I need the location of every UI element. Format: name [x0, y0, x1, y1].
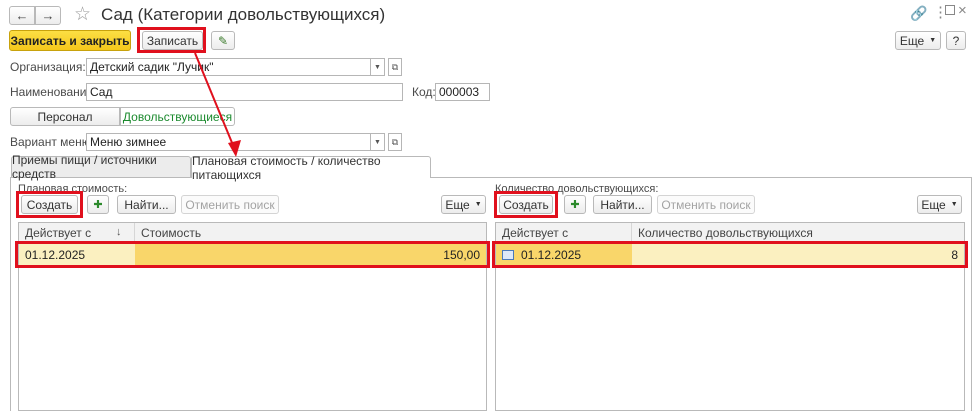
right-more-label: Еще [921, 197, 946, 212]
left-col-cost[interactable]: Стоимость [135, 223, 201, 243]
right-col-count[interactable]: Количество довольствующихся [632, 223, 813, 243]
right-col-date[interactable]: Действует с [496, 223, 632, 243]
table-row[interactable]: 01.12.2025 8 [496, 244, 964, 266]
copy-add-icon: ✚ [93, 199, 103, 211]
copy-add-icon: ✚ [570, 199, 580, 211]
sort-down-icon: ↓ [116, 226, 122, 238]
left-table[interactable]: Действует с ↓ Стоимость 01.12.2025 150,0… [18, 222, 487, 411]
left-copy-button[interactable]: ✚ [87, 195, 109, 214]
left-more-button[interactable]: Еще ▼ [441, 195, 486, 214]
right-copy-button[interactable]: ✚ [564, 195, 586, 214]
left-cancel-search-button[interactable]: Отменить поиск [181, 195, 279, 214]
left-table-header: Действует с ↓ Стоимость [19, 223, 486, 243]
left-row-date: 01.12.2025 [25, 248, 86, 262]
right-table[interactable]: Действует с Количество довольствующихся … [495, 222, 965, 411]
left-panel-title: Плановая стоимость: [18, 183, 128, 195]
left-row-cost-cell [135, 244, 486, 266]
right-cancel-search-button[interactable]: Отменить поиск [657, 195, 755, 214]
left-find-button[interactable]: Найти... [117, 195, 176, 214]
right-create-button[interactable]: Создать [499, 195, 553, 214]
left-more-label: Еще [445, 197, 470, 212]
right-row-count: 8 [951, 248, 958, 262]
right-panel-title: Количество довольствующихся: [495, 183, 659, 195]
right-row-date: 01.12.2025 [521, 248, 582, 262]
right-row-count-cell [632, 244, 964, 266]
chevron-down-icon: ▼ [950, 201, 958, 208]
record-icon [502, 250, 514, 260]
left-create-button[interactable]: Создать [21, 195, 78, 214]
chevron-down-icon: ▼ [474, 201, 482, 208]
left-row-cost: 150,00 [443, 248, 480, 262]
right-find-button[interactable]: Найти... [593, 195, 652, 214]
table-row[interactable]: 01.12.2025 150,00 [19, 244, 486, 266]
right-more-button[interactable]: Еще ▼ [917, 195, 962, 214]
right-table-header: Действует с Количество довольствующихся [496, 223, 964, 243]
